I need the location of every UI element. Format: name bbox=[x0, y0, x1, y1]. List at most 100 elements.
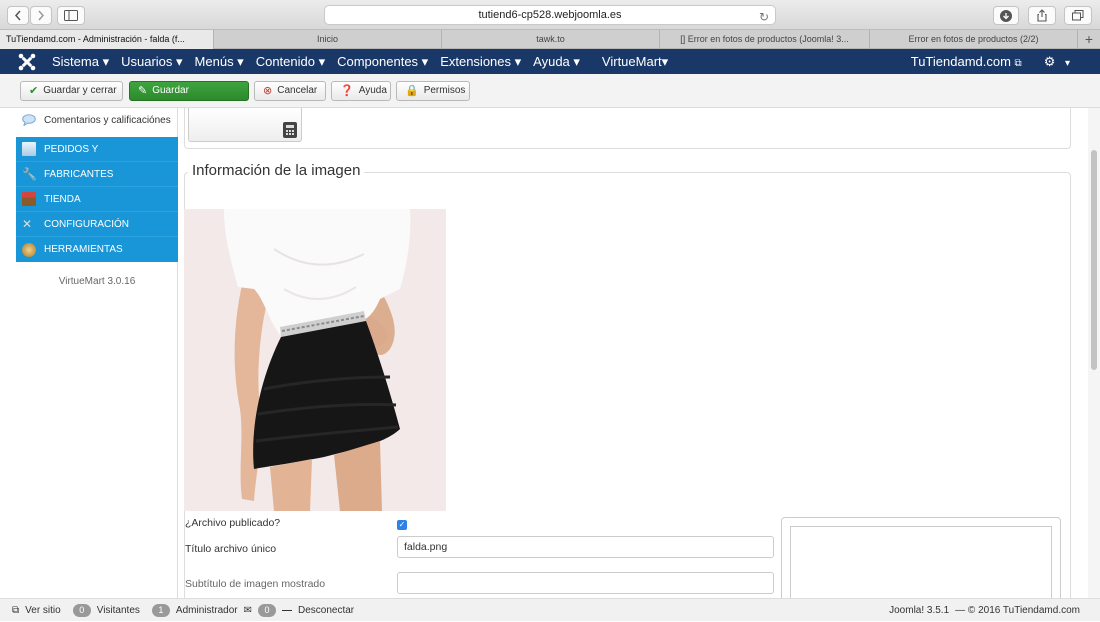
menu-ayuda[interactable]: Ayuda ▾ bbox=[533, 49, 602, 74]
menu-sistema[interactable]: Sistema ▾ bbox=[52, 49, 121, 74]
cancel-label: Cancelar bbox=[277, 85, 318, 96]
wrench-icon: 🔧 bbox=[22, 167, 37, 181]
sidebar-item-label: TIENDA bbox=[44, 193, 81, 205]
image-info-legend: Información de la imagen bbox=[188, 162, 365, 179]
save-label: Guardar bbox=[152, 85, 189, 96]
store-icon bbox=[22, 192, 36, 206]
messages-badge[interactable]: 0 bbox=[258, 604, 276, 617]
admins-label: Administrador bbox=[175, 605, 238, 616]
menu-virtuemart[interactable]: VirtueMart▾ bbox=[602, 49, 680, 74]
image-thumbnail-box[interactable] bbox=[188, 108, 302, 142]
menu-menus[interactable]: Menús ▾ bbox=[195, 49, 256, 74]
view-site-link[interactable]: Ver sitio bbox=[25, 605, 61, 616]
tab-error-photos-2[interactable]: Error en fotos de productos (2/2) bbox=[870, 30, 1078, 49]
help-label: Ayuda bbox=[358, 85, 387, 96]
share-button[interactable] bbox=[1028, 6, 1056, 25]
menu-usuarios[interactable]: Usuarios ▾ bbox=[121, 49, 194, 74]
tab-joomla-admin[interactable]: TuTiendamd.com - Administración - falda … bbox=[0, 30, 214, 49]
external-link-icon: ⧉ bbox=[12, 605, 20, 616]
image-preview-area bbox=[790, 526, 1052, 598]
menu-extensiones[interactable]: Extensiones ▾ bbox=[440, 49, 533, 74]
scrollbar-thumb[interactable] bbox=[1091, 150, 1097, 370]
admins-badge: 1 bbox=[151, 604, 170, 617]
question-icon: ❓ bbox=[340, 85, 354, 97]
product-image bbox=[184, 209, 446, 511]
speech-bubble-icon bbox=[22, 114, 36, 126]
sidebar-item-configuracion[interactable]: ✕ CONFIGURACIÓN bbox=[16, 212, 178, 237]
published-checkbox[interactable]: ✓ bbox=[397, 520, 407, 530]
image-preview-panel bbox=[781, 517, 1061, 598]
tab-error-photos-1[interactable]: [] Error en fotos de productos (Joomla! … bbox=[660, 30, 870, 49]
forward-button[interactable] bbox=[30, 6, 52, 25]
sidebar-icon bbox=[64, 10, 78, 21]
downloads-button[interactable] bbox=[993, 6, 1019, 25]
sidebar-item-pedidos[interactable]: PEDIDOS Y bbox=[16, 137, 178, 162]
cancel-icon: ⊗ bbox=[263, 85, 273, 97]
help-button[interactable]: ❓ Ayuda bbox=[331, 81, 391, 101]
tab-tawk[interactable]: tawk.to bbox=[442, 30, 660, 49]
unique-title-input[interactable]: falda.png bbox=[397, 536, 774, 558]
browser-tabs: TuTiendamd.com - Administración - falda … bbox=[0, 30, 1100, 49]
upper-panel bbox=[184, 108, 1071, 149]
visitors-badge: 0 bbox=[72, 604, 91, 617]
cancel-button[interactable]: ⊗ Cancelar bbox=[254, 81, 326, 101]
save-close-label: Guardar y cerrar bbox=[43, 85, 117, 96]
virtuemart-sidebar: Comentarios y calificaciónes PEDIDOS Y 🔧… bbox=[0, 108, 178, 598]
download-icon bbox=[1000, 9, 1012, 22]
sidebar-item-herramientas[interactable]: HERRAMIENTAS bbox=[16, 237, 178, 262]
settings-menu[interactable]: ⚙ ▾ bbox=[1044, 54, 1070, 70]
status-right: Joomla! 3.5.1 — © 2016 TuTiendamd.com bbox=[889, 599, 1080, 622]
browser-titlebar: tutiend6-cp528.webjoomla.es ↻ bbox=[0, 0, 1100, 30]
status-left: ⧉ Ver sitio 0 Visitantes 1 Administrador… bbox=[12, 599, 354, 622]
sidebar-item-label: HERRAMIENTAS bbox=[44, 244, 123, 255]
new-tab-button[interactable]: + bbox=[1078, 30, 1100, 48]
url-text: tutiend6-cp528.webjoomla.es bbox=[478, 9, 622, 21]
toolbox-icon bbox=[22, 242, 36, 257]
tab-inicio[interactable]: Inicio bbox=[214, 30, 442, 49]
copyright-text: — © 2016 TuTiendamd.com bbox=[955, 605, 1080, 616]
save-button[interactable]: ✎ Guardar bbox=[129, 81, 249, 101]
calculator-icon bbox=[283, 122, 297, 138]
address-bar[interactable]: tutiend6-cp528.webjoomla.es ↻ bbox=[324, 5, 776, 25]
navbar-right: TuTiendamd.com ⧉ ⚙ ▾ bbox=[911, 49, 1070, 74]
settings-caret: ▾ bbox=[1064, 57, 1070, 69]
chevron-right-icon bbox=[38, 10, 45, 21]
lock-icon: 🔒 bbox=[405, 85, 419, 97]
subtitle-input[interactable] bbox=[397, 572, 774, 594]
gear-icon: ⚙ bbox=[1043, 53, 1056, 69]
logout-link[interactable]: Desconectar bbox=[298, 605, 354, 616]
save-close-button[interactable]: ✔ Guardar y cerrar bbox=[20, 81, 123, 101]
admin-navbar: Sistema ▾ Usuarios ▾ Menús ▾ Contenido ▾… bbox=[0, 49, 1100, 74]
menu-componentes[interactable]: Componentes ▾ bbox=[337, 49, 440, 74]
subtitle-label: Subtítulo de imagen mostrado bbox=[185, 578, 326, 590]
tabs-overview-button[interactable] bbox=[1064, 6, 1092, 25]
external-link-icon: ⧉ bbox=[1014, 58, 1022, 69]
envelope-icon: ✉ bbox=[243, 605, 252, 616]
unique-title-label: Título archivo único bbox=[185, 543, 277, 555]
joomla-logo-icon[interactable] bbox=[18, 53, 36, 71]
back-button[interactable] bbox=[7, 6, 29, 25]
reload-icon[interactable]: ↻ bbox=[759, 8, 769, 26]
permissions-button[interactable]: 🔒 Permisos bbox=[396, 81, 470, 101]
joomla-version[interactable]: Joomla! 3.5.1 bbox=[889, 605, 949, 616]
published-label: ¿Archivo publicado? bbox=[185, 517, 281, 529]
share-icon bbox=[1037, 9, 1047, 22]
menu-contenido[interactable]: Contenido ▾ bbox=[256, 49, 337, 74]
chevron-left-icon bbox=[14, 10, 21, 21]
permissions-label: Permisos bbox=[423, 85, 466, 96]
admin-statusbar: ⧉ Ver sitio 0 Visitantes 1 Administrador… bbox=[0, 598, 1100, 621]
site-link[interactable]: TuTiendamd.com ⧉ bbox=[911, 54, 1022, 69]
sidebar-item-fabricantes[interactable]: 🔧 FABRICANTES bbox=[16, 162, 178, 187]
sidebar-item-label: Comentarios y calificaciónes bbox=[44, 114, 171, 126]
sidebar-item-comments[interactable]: Comentarios y calificaciónes bbox=[22, 114, 171, 126]
sidebar-item-tienda[interactable]: TIENDA bbox=[16, 187, 178, 212]
page-scrollbar[interactable] bbox=[1088, 108, 1100, 598]
minus-icon: — bbox=[282, 605, 292, 616]
tools-icon: ✕ bbox=[22, 217, 33, 231]
visitors-label: Visitantes bbox=[96, 605, 140, 616]
action-toolbar: ✔ Guardar y cerrar ✎ Guardar ⊗ Cancelar … bbox=[0, 74, 1100, 108]
sidebar-toggle-button[interactable] bbox=[57, 6, 85, 25]
sidebar-item-label: FABRICANTES bbox=[44, 168, 114, 180]
sidebar-item-label: PEDIDOS Y bbox=[44, 143, 99, 155]
sidebar-menu-block: PEDIDOS Y 🔧 FABRICANTES TIENDA ✕ CONFIGU… bbox=[16, 137, 178, 262]
